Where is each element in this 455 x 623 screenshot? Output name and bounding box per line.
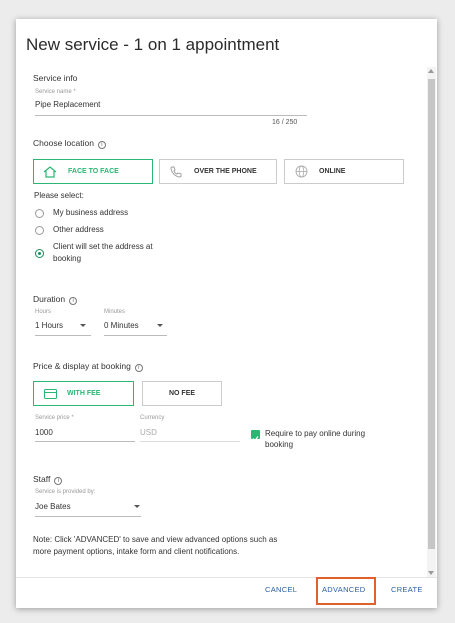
duration-title: Duration [33,294,66,304]
service-price-input[interactable]: 1000 [35,428,53,437]
char-count: 16 / 250 [272,119,298,126]
advanced-note: Note: Click 'ADVANCED' to save and view … [33,534,277,558]
require-online-line2: booking [265,440,294,449]
minutes-select-value[interactable]: 0 Minutes [104,321,139,330]
dialog-scroll-area: Service info Service name * Pipe Replace… [16,67,437,577]
checkmark-icon [252,436,259,442]
service-name-input[interactable]: Pipe Replacement [35,100,307,114]
radio-client-sets-address[interactable] [35,249,44,258]
note-line1: Note: Click 'ADVANCED' to save and view … [33,535,278,544]
staff-select-value[interactable]: Joe Bates [35,502,71,511]
require-online-line1: Require to pay online during [265,429,366,438]
over-the-phone-label: OVER THE PHONE [194,168,257,175]
choose-location-heading: Choose location i [33,138,106,149]
radio-other-address[interactable] [35,226,44,235]
require-online-label: Require to pay online during booking [265,428,365,450]
cancel-button[interactable]: CANCEL [265,585,297,594]
please-select-label: Please select: [34,191,84,200]
radio-my-business-address[interactable] [35,209,44,218]
scroll-up-icon[interactable] [428,69,434,73]
price-heading: Price & display at booking i [33,361,143,372]
create-button[interactable]: CREATE [391,585,423,594]
with-fee-button[interactable]: WITH FEE [33,381,134,406]
info-icon[interactable]: i [54,477,63,485]
currency-underline [140,441,240,442]
service-price-label: Service price * [35,415,74,421]
hours-underline [35,335,91,336]
online-label: ONLINE [319,168,346,175]
note-line2: more payment options, intake form and cl… [33,547,240,556]
other-address-label: Other address [53,225,104,234]
client-sets-address-label: Client will set the address at booking [53,241,153,265]
advanced-highlight-box [316,577,376,605]
service-price-underline [35,441,135,442]
require-online-checkbox[interactable] [251,430,260,442]
globe-icon [293,165,309,179]
staff-title: Staff [33,474,51,484]
vertical-scrollbar[interactable] [427,67,436,577]
chevron-down-icon[interactable] [157,324,163,327]
no-fee-label: NO FEE [168,390,196,397]
choose-location-title: Choose location [33,138,94,148]
my-business-address-label: My business address [53,208,129,217]
face-to-face-label: FACE TO FACE [68,168,119,175]
dialog-title: New service - 1 on 1 appointment [26,35,280,54]
hours-label: Hours [35,309,52,315]
credit-card-icon [44,388,57,399]
service-name-label: Service name * [35,89,76,95]
minutes-label: Minutes [104,309,126,315]
service-info-heading: Service info [33,73,78,83]
provided-by-label: Service is provided by: [35,489,96,495]
client-sets-address-line1: Client will set the address at [53,242,153,251]
chevron-down-icon[interactable] [80,324,86,327]
client-sets-address-line2: booking [53,254,82,263]
duration-heading: Duration i [33,294,78,305]
staff-heading: Staff i [33,474,63,485]
home-icon [42,165,58,179]
scroll-down-icon[interactable] [428,571,434,575]
minutes-underline [104,335,167,336]
new-service-dialog: New service - 1 on 1 appointment Service… [16,19,437,608]
currency-label: Currency [140,415,165,421]
price-title: Price & display at booking [33,361,131,371]
phone-icon [168,165,184,179]
service-name-underline [35,115,307,116]
scrollbar-thumb[interactable] [428,79,435,549]
staff-underline [35,516,141,517]
no-fee-button[interactable]: NO FEE [142,381,222,406]
location-over-the-phone-button[interactable]: OVER THE PHONE [159,159,277,184]
chevron-down-icon[interactable] [134,505,140,508]
hours-select-value[interactable]: 1 Hours [35,321,63,330]
with-fee-label: WITH FEE [67,390,101,397]
info-icon[interactable]: i [69,297,78,305]
location-online-button[interactable]: ONLINE [284,159,404,184]
info-icon[interactable]: i [97,141,106,149]
currency-value: USD [140,428,157,437]
info-icon[interactable]: i [134,364,143,372]
location-face-to-face-button[interactable]: FACE TO FACE [33,159,153,184]
